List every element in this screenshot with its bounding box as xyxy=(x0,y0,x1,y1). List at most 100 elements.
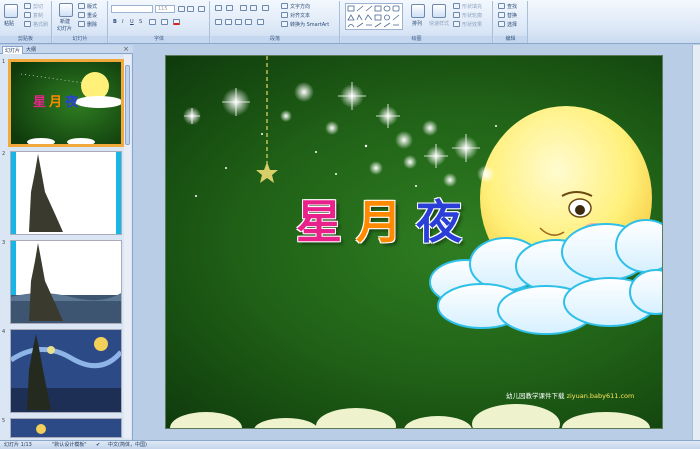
font-size-select[interactable]: 115 xyxy=(155,5,175,13)
svg-text:月: 月 xyxy=(48,95,62,110)
credit-url: ziyuan.baby611.com xyxy=(566,392,635,400)
slide-number: 4 xyxy=(2,329,6,335)
numbering-icon[interactable] xyxy=(226,5,233,11)
find-icon[interactable] xyxy=(498,3,505,9)
paste-button[interactable]: 粘贴 xyxy=(4,20,14,27)
shapes-gallery[interactable] xyxy=(345,3,403,30)
char-spacing-icon[interactable] xyxy=(149,19,156,25)
slide-1-preview: 星 月 夜 xyxy=(11,62,121,144)
underline-icon[interactable]: U xyxy=(130,19,134,25)
starry-night-image xyxy=(11,330,121,412)
slide-thumbnail-5[interactable] xyxy=(10,418,122,438)
format-painter-icon[interactable] xyxy=(24,21,31,27)
font-name-select[interactable] xyxy=(111,5,153,13)
align-left-icon[interactable] xyxy=(215,19,222,25)
slide-thumbnail-1[interactable]: 星 月 夜 xyxy=(8,59,124,147)
increase-indent-icon[interactable] xyxy=(250,5,257,11)
line-spacing-icon[interactable] xyxy=(262,5,269,11)
slide-editor: 星月夜 幼儿园教学课件下载 ziyuan.baby611.com xyxy=(134,45,700,440)
slides-panel: 幻灯片 大纲 × 1 星 月 夜 2 3 4 5 xyxy=(0,45,133,440)
select-button[interactable]: 选择 xyxy=(507,21,517,28)
panel-scrollbar[interactable] xyxy=(124,55,131,438)
shape-fill-icon[interactable] xyxy=(453,3,460,9)
title-char-3: 夜 xyxy=(416,195,476,249)
quick-styles-button[interactable]: 快速样式 xyxy=(429,20,449,27)
bullets-icon[interactable] xyxy=(215,5,222,11)
slide-5-preview xyxy=(11,419,121,437)
tab-outline[interactable]: 大纲 xyxy=(24,46,38,54)
layout-icon[interactable] xyxy=(78,3,85,9)
select-icon[interactable] xyxy=(498,21,505,27)
layout-button[interactable]: 版式 xyxy=(87,3,97,10)
strikethrough-icon[interactable]: S xyxy=(139,19,142,25)
new-slide-icon[interactable] xyxy=(59,3,73,17)
reset-button[interactable]: 重设 xyxy=(87,12,97,19)
smartart-button[interactable]: 转换为 SmartArt xyxy=(290,21,329,28)
svg-text:星: 星 xyxy=(33,95,46,110)
slide-number: 3 xyxy=(2,240,6,246)
shape-fill-button[interactable]: 形状填充 xyxy=(462,3,482,10)
change-case-icon[interactable] xyxy=(161,19,168,25)
arrange-icon[interactable] xyxy=(411,4,425,18)
decrease-indent-icon[interactable] xyxy=(240,5,247,11)
scroll-thumb[interactable] xyxy=(125,65,130,145)
language[interactable]: 中文(简体，中国) xyxy=(108,441,147,449)
shape-outline-icon[interactable] xyxy=(453,12,460,18)
bold-icon[interactable]: B xyxy=(113,19,117,25)
clear-format-icon[interactable] xyxy=(198,6,205,12)
align-text-button[interactable]: 对齐文本 xyxy=(290,12,310,19)
shrink-font-icon[interactable] xyxy=(187,6,194,12)
slide-1[interactable]: 星月夜 幼儿园教学课件下载 ziyuan.baby611.com xyxy=(165,55,663,429)
credit-text: 幼儿园教学课件下载 ziyuan.baby611.com xyxy=(506,390,634,400)
delete-button[interactable]: 删除 xyxy=(87,21,97,28)
cut-button[interactable]: 剪切 xyxy=(33,3,43,10)
format-painter-button[interactable]: 格式刷 xyxy=(33,21,48,28)
spell-check-icon[interactable]: ✔ xyxy=(96,441,100,449)
slides-label: 幻灯片 xyxy=(53,36,107,43)
columns-icon[interactable] xyxy=(257,19,264,25)
cypress-tree-image xyxy=(29,154,63,232)
paste-icon[interactable] xyxy=(4,4,18,18)
font-color-icon[interactable] xyxy=(173,19,180,25)
slide-thumbnail-3[interactable] xyxy=(10,240,122,324)
close-panel-icon[interactable]: × xyxy=(123,45,129,54)
paragraph-label: 段落 xyxy=(211,36,339,43)
slide-thumbnail-4[interactable] xyxy=(10,329,122,413)
credit-prefix: 幼儿园教学课件下载 xyxy=(506,392,565,400)
delete-icon[interactable] xyxy=(78,21,85,27)
grow-font-icon[interactable] xyxy=(178,6,185,12)
cut-icon[interactable] xyxy=(24,3,31,9)
arrange-button[interactable]: 排列 xyxy=(412,20,422,27)
find-button[interactable]: 查找 xyxy=(507,3,517,10)
reset-icon[interactable] xyxy=(78,12,85,18)
text-direction-icon[interactable] xyxy=(281,3,288,9)
paragraph-group: 文字方向 对齐文本 转换为 SmartArt 段落 xyxy=(211,1,340,43)
slide-title[interactable]: 星月夜 xyxy=(296,186,476,252)
shape-effects-button[interactable]: 形状效果 xyxy=(462,21,482,28)
align-text-icon[interactable] xyxy=(281,12,288,18)
replace-button[interactable]: 替换 xyxy=(507,12,517,19)
status-bar: 幻灯片 1/13 "默认设计模板" ✔ 中文(简体，中国) xyxy=(0,440,700,449)
font-label: 字体 xyxy=(109,36,209,43)
justify-icon[interactable] xyxy=(245,19,252,25)
text-direction-button[interactable]: 文字方向 xyxy=(290,3,310,10)
align-right-icon[interactable] xyxy=(235,19,242,25)
editor-scrollbar[interactable] xyxy=(692,45,700,440)
new-slide-button-line2[interactable]: 幻灯片 xyxy=(57,25,72,32)
slide-number: 5 xyxy=(2,418,6,424)
drawing-group: 排列 快速样式 形状填充 形状轮廓 形状效果 绘图 xyxy=(341,1,493,43)
copy-icon[interactable] xyxy=(24,12,31,18)
quick-styles-icon[interactable] xyxy=(432,4,446,18)
shape-outline-button[interactable]: 形状轮廓 xyxy=(462,12,482,19)
slide-number: 2 xyxy=(2,151,6,157)
village-image xyxy=(11,243,121,323)
replace-icon[interactable] xyxy=(498,12,505,18)
copy-button[interactable]: 复制 xyxy=(33,12,43,19)
shape-effects-icon[interactable] xyxy=(453,21,460,27)
slide-thumbnail-2[interactable] xyxy=(10,151,122,235)
align-center-icon[interactable] xyxy=(225,19,232,25)
new-slide-button[interactable]: 新建 xyxy=(60,18,70,25)
italic-icon[interactable]: I xyxy=(122,19,123,25)
smartart-icon[interactable] xyxy=(281,21,288,27)
tab-slides[interactable]: 幻灯片 xyxy=(2,46,24,54)
